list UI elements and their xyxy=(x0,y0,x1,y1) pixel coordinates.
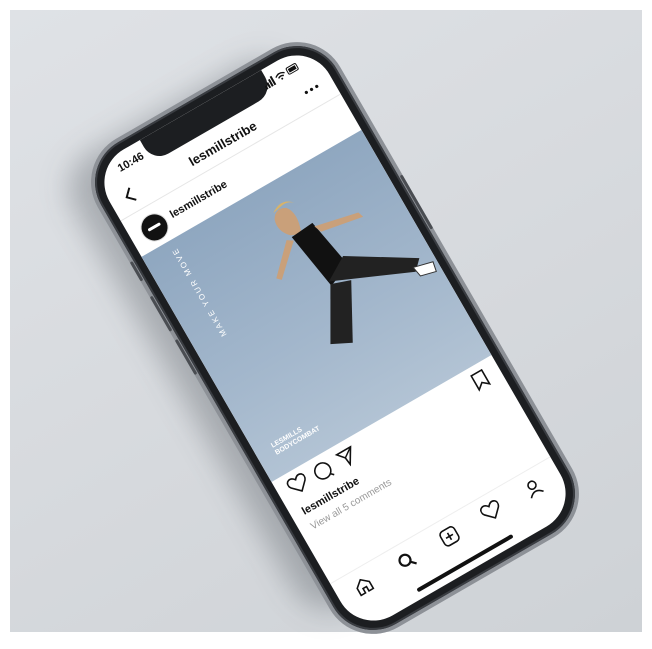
home-icon xyxy=(356,578,375,597)
status-time: 10:46 xyxy=(115,150,147,175)
bookmark-icon xyxy=(470,368,492,392)
search-icon xyxy=(398,553,417,567)
activity-heart-icon xyxy=(480,500,500,519)
tab-activity[interactable] xyxy=(478,498,507,528)
add-post-icon xyxy=(439,526,460,547)
send-icon xyxy=(334,445,352,467)
like-button[interactable] xyxy=(285,471,314,501)
profile-icon xyxy=(527,480,544,499)
comment-icon xyxy=(314,462,335,480)
tab-home[interactable] xyxy=(350,572,380,604)
share-button[interactable] xyxy=(333,443,363,475)
heart-icon xyxy=(286,473,306,492)
tab-search[interactable] xyxy=(393,547,423,579)
comment-button[interactable] xyxy=(309,457,339,489)
save-button[interactable] xyxy=(469,367,495,397)
tab-new-post[interactable] xyxy=(436,523,466,555)
tab-profile[interactable] xyxy=(520,474,550,506)
